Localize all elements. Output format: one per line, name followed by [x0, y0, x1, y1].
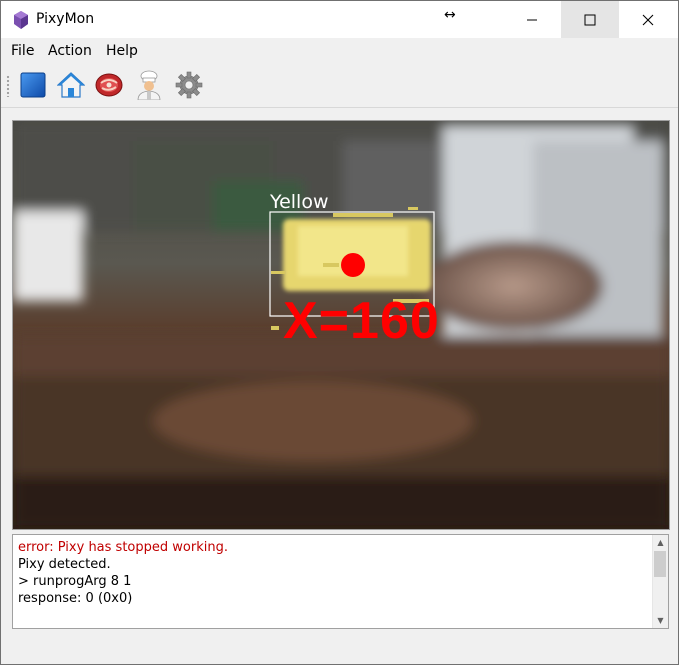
home-icon: [57, 72, 85, 98]
menu-action[interactable]: Action: [48, 43, 92, 59]
maximize-icon: [584, 14, 596, 25]
toolbar: [1, 65, 678, 108]
run-button[interactable]: [18, 70, 48, 100]
scroll-up-arrow-icon[interactable]: ▲: [653, 535, 668, 550]
camera-video-view[interactable]: Yellow X=160: [12, 120, 670, 530]
window-title: PixyMon: [36, 11, 95, 27]
centroid-marker: [341, 253, 365, 277]
toolbar-grip[interactable]: [6, 75, 10, 97]
pixymon-window: PixyMon ↔ File Action Help Yellow X=160 …: [0, 0, 679, 665]
pixymon-logo-icon: [14, 11, 28, 29]
console-line-error: error: Pixy has stopped working.: [18, 540, 228, 555]
chef-icon: [137, 70, 161, 100]
minimize-icon: [527, 19, 537, 20]
signature-label: Yellow: [270, 191, 329, 213]
console-line: response: 0 (0x0): [18, 591, 133, 606]
resize-cursor-icon: ↔: [444, 7, 456, 23]
cooked-video-button[interactable]: [134, 70, 164, 100]
console-line: > runprogArg 8 1: [18, 574, 132, 589]
menu-bar: File Action Help: [1, 38, 678, 64]
console-output[interactable]: error: Pixy has stopped working. Pixy de…: [12, 534, 669, 629]
settings-button[interactable]: [174, 70, 204, 100]
close-button[interactable]: [619, 1, 677, 38]
menu-file[interactable]: File: [11, 43, 34, 59]
minimize-button[interactable]: [503, 1, 561, 38]
console-line: Pixy detected.: [18, 557, 111, 572]
home-button[interactable]: [56, 70, 86, 100]
close-icon: [642, 14, 654, 25]
console-scrollbar[interactable]: ▲ ▼: [652, 535, 668, 628]
title-bar[interactable]: PixyMon ↔: [1, 1, 678, 38]
raw-meat-icon: [95, 73, 123, 97]
scroll-down-arrow-icon[interactable]: ▼: [653, 613, 668, 628]
gear-icon: [175, 71, 203, 99]
raw-video-button[interactable]: [94, 70, 124, 100]
menu-help[interactable]: Help: [106, 43, 138, 59]
scrollbar-thumb[interactable]: [654, 551, 666, 577]
console-text: error: Pixy has stopped working. Pixy de…: [18, 539, 228, 607]
blue-square-icon: [20, 72, 46, 98]
x-coordinate-readout: X=160: [283, 292, 440, 350]
maximize-button[interactable]: [561, 1, 619, 38]
